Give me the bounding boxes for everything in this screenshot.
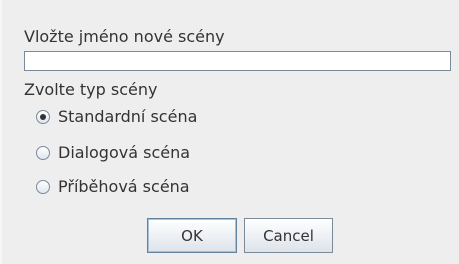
radio-unselected-icon[interactable] — [36, 146, 50, 160]
cancel-button-label: Cancel — [263, 226, 314, 245]
scene-name-label: Vložte jméno nové scény — [24, 27, 225, 46]
radio-dialog-label: Dialogová scéna — [58, 143, 191, 162]
ok-button[interactable]: OK — [147, 218, 237, 253]
scene-name-input[interactable] — [24, 51, 451, 71]
dialog-left-edge — [0, 0, 2, 264]
radio-selected-icon[interactable] — [36, 110, 50, 124]
radio-dialog-scene[interactable]: Dialogová scéna — [36, 142, 190, 164]
radio-unselected-icon[interactable] — [36, 180, 50, 194]
cancel-button[interactable]: Cancel — [244, 218, 333, 253]
ok-button-label: OK — [181, 226, 203, 245]
radio-story-label: Příběhová scéna — [58, 177, 190, 196]
scene-type-label: Zvolte typ scény — [24, 80, 158, 99]
radio-story-scene[interactable]: Příběhová scéna — [36, 176, 190, 198]
radio-standard-scene[interactable]: Standardní scéna — [36, 106, 197, 128]
radio-standard-label: Standardní scéna — [58, 107, 198, 126]
new-scene-dialog: Vložte jméno nové scény Zvolte typ scény… — [0, 0, 459, 264]
